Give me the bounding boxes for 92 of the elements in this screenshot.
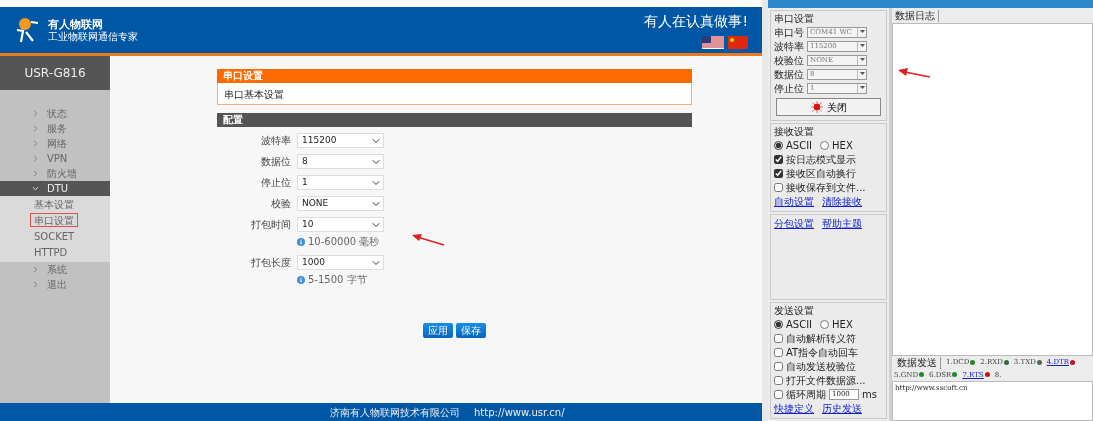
nav-subitem[interactable]: HTTPD [30, 245, 72, 259]
caret-icon [859, 72, 865, 76]
field-label: 波特率 [774, 39, 804, 54]
checkbox[interactable] [774, 361, 783, 371]
link[interactable]: 快捷定义 [774, 400, 814, 416]
field-label: 数据位 [774, 67, 804, 82]
field-hint: 10-60000 毫秒 [308, 235, 380, 249]
send-tab[interactable]: 数据发送 [894, 356, 941, 369]
field-hint: 5-1500 字节 [308, 273, 367, 287]
checkbox-label: 接收区自动换行 [786, 166, 856, 181]
checkbox-label: 接收保存到文件... [786, 180, 866, 195]
radio-label: HEX [832, 317, 853, 332]
panel-title: 串口设置 [217, 69, 692, 83]
checkbox[interactable] [774, 182, 783, 192]
group-title: 接收设置 [774, 125, 815, 138]
chevron-right-icon [32, 266, 39, 273]
radio-button[interactable] [774, 140, 783, 150]
caret-icon [859, 44, 865, 48]
radio-button[interactable] [820, 140, 830, 150]
checkbox-label: 按日志模式显示 [786, 152, 856, 167]
chevron-right-icon [32, 140, 39, 147]
nav-item[interactable]: DTU [0, 181, 110, 196]
china-flag-icon [728, 36, 748, 49]
chevron-right-icon [32, 170, 39, 177]
checkbox[interactable] [774, 333, 783, 343]
action-button[interactable]: 保存 [456, 323, 486, 338]
chevron-right-icon [32, 155, 39, 162]
panel-subtitle: 串口基本设置 [217, 83, 692, 105]
footer-url: http://www.usr.cn/ [474, 405, 565, 420]
dropdown[interactable]: NONE [297, 196, 384, 211]
field-label: 波特率 [260, 134, 292, 148]
checkbox-label: AT指令自动回车 [786, 345, 859, 360]
field-label: 打包时间 [250, 218, 292, 232]
field-label: 停止位 [260, 176, 292, 190]
chevron-down-icon [32, 185, 39, 192]
nav-subitem[interactable]: 基本设置 [30, 197, 78, 211]
field-label: 串口号 [774, 25, 804, 40]
slogan: 有人在认真做事! [644, 12, 748, 31]
log-tab[interactable]: 数据日志 [892, 10, 939, 22]
checkbox[interactable] [774, 375, 783, 385]
unit-label: ms [862, 387, 877, 402]
radio-label: ASCII [786, 317, 813, 332]
info-icon [297, 237, 305, 246]
field-label: 打包长度 [250, 256, 292, 270]
brand-name: 有人物联网 [48, 17, 104, 31]
caret-icon [859, 30, 865, 34]
checkbox-label: 循环周期 [786, 387, 826, 402]
checkbox[interactable] [774, 154, 783, 164]
checkbox[interactable] [774, 168, 783, 178]
nav-subitem[interactable]: 串口设置 [30, 213, 78, 227]
logo-icon [14, 16, 40, 44]
link[interactable]: 历史发送 [822, 400, 862, 416]
link[interactable]: 分包设置 [774, 215, 814, 231]
chevron-right-icon [32, 125, 39, 132]
section-title: 配置 [217, 113, 692, 127]
link[interactable]: 清除接收 [822, 193, 862, 209]
group-title: 发送设置 [774, 304, 815, 317]
radio-button[interactable] [774, 319, 783, 329]
group-title: 串口设置 [774, 12, 815, 25]
action-button[interactable]: 应用 [423, 323, 453, 338]
caret-icon [859, 58, 865, 62]
dropdown[interactable]: 1000 [297, 255, 384, 270]
checkbox[interactable] [774, 389, 783, 399]
dropdown[interactable]: 10 [297, 217, 384, 232]
nav-subitem[interactable]: SOCKET [30, 229, 79, 243]
chevron-right-icon [32, 110, 39, 117]
caret-icon [859, 86, 865, 90]
info-icon [297, 275, 305, 284]
radio-label: ASCII [786, 138, 813, 153]
field-label: 停止位 [774, 81, 804, 96]
chevron-right-icon [32, 281, 39, 288]
checkbox[interactable] [774, 347, 783, 357]
link[interactable]: 自动设置 [774, 193, 814, 209]
close-port-button[interactable]: 关闭 [776, 98, 881, 116]
company-name: 济南有人物联网技术有限公司 [330, 405, 460, 420]
radio-label: HEX [832, 138, 853, 153]
device-name: USR-G816 [0, 56, 110, 90]
radio-button[interactable] [820, 319, 830, 329]
field-label: 数据位 [260, 155, 292, 169]
dropdown[interactable]: 1 [297, 175, 384, 190]
brand-tagline: 工业物联网通信专家 [48, 30, 138, 43]
checkbox-label: 自动发送校验位 [786, 359, 856, 374]
field-label: 校验位 [774, 53, 804, 68]
dropdown[interactable]: 8 [297, 154, 384, 169]
checkbox-label: 打开文件数据源... [786, 373, 866, 388]
field-label: 校验 [270, 197, 292, 211]
checkbox-label: 自动解析转义符 [786, 331, 856, 346]
us-flag-icon [702, 36, 724, 49]
annotation-arrow [896, 66, 932, 80]
dropdown[interactable]: 115200 [297, 133, 384, 148]
indicator-light-icon [810, 101, 823, 113]
link[interactable]: 帮助主题 [822, 215, 862, 231]
